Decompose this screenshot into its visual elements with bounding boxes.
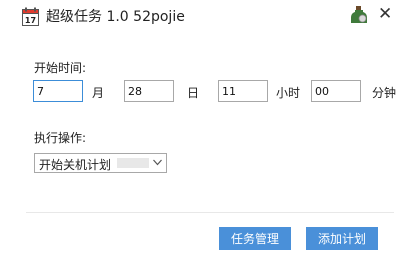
day-unit-label: 日	[187, 86, 200, 100]
bottle-icon[interactable]	[350, 5, 368, 25]
action-select[interactable]: 开始关机计划	[34, 153, 167, 173]
minute-unit-label: 分钟	[372, 86, 397, 100]
hour-unit-label: 小时	[276, 86, 301, 100]
select-text-highlight	[117, 158, 149, 168]
svg-text:17: 17	[25, 16, 36, 25]
hour-input[interactable]	[218, 80, 268, 102]
window-title: 超级任务 1.0 52pojie	[46, 9, 185, 25]
close-icon[interactable]: ✕	[378, 4, 392, 24]
add-plan-button[interactable]: 添加计划	[306, 227, 378, 250]
task-manage-button[interactable]: 任务管理	[219, 227, 291, 250]
day-input[interactable]	[124, 80, 174, 102]
calendar-icon: 17	[22, 7, 39, 26]
month-unit-label: 月	[92, 86, 105, 100]
divider	[26, 212, 394, 213]
month-input[interactable]	[33, 80, 83, 102]
minute-input[interactable]	[311, 80, 361, 102]
chevron-down-icon	[153, 159, 162, 166]
start-time-label: 开始时间:	[34, 61, 87, 75]
action-label: 执行操作:	[34, 131, 87, 145]
action-select-value: 开始关机计划	[39, 158, 112, 172]
